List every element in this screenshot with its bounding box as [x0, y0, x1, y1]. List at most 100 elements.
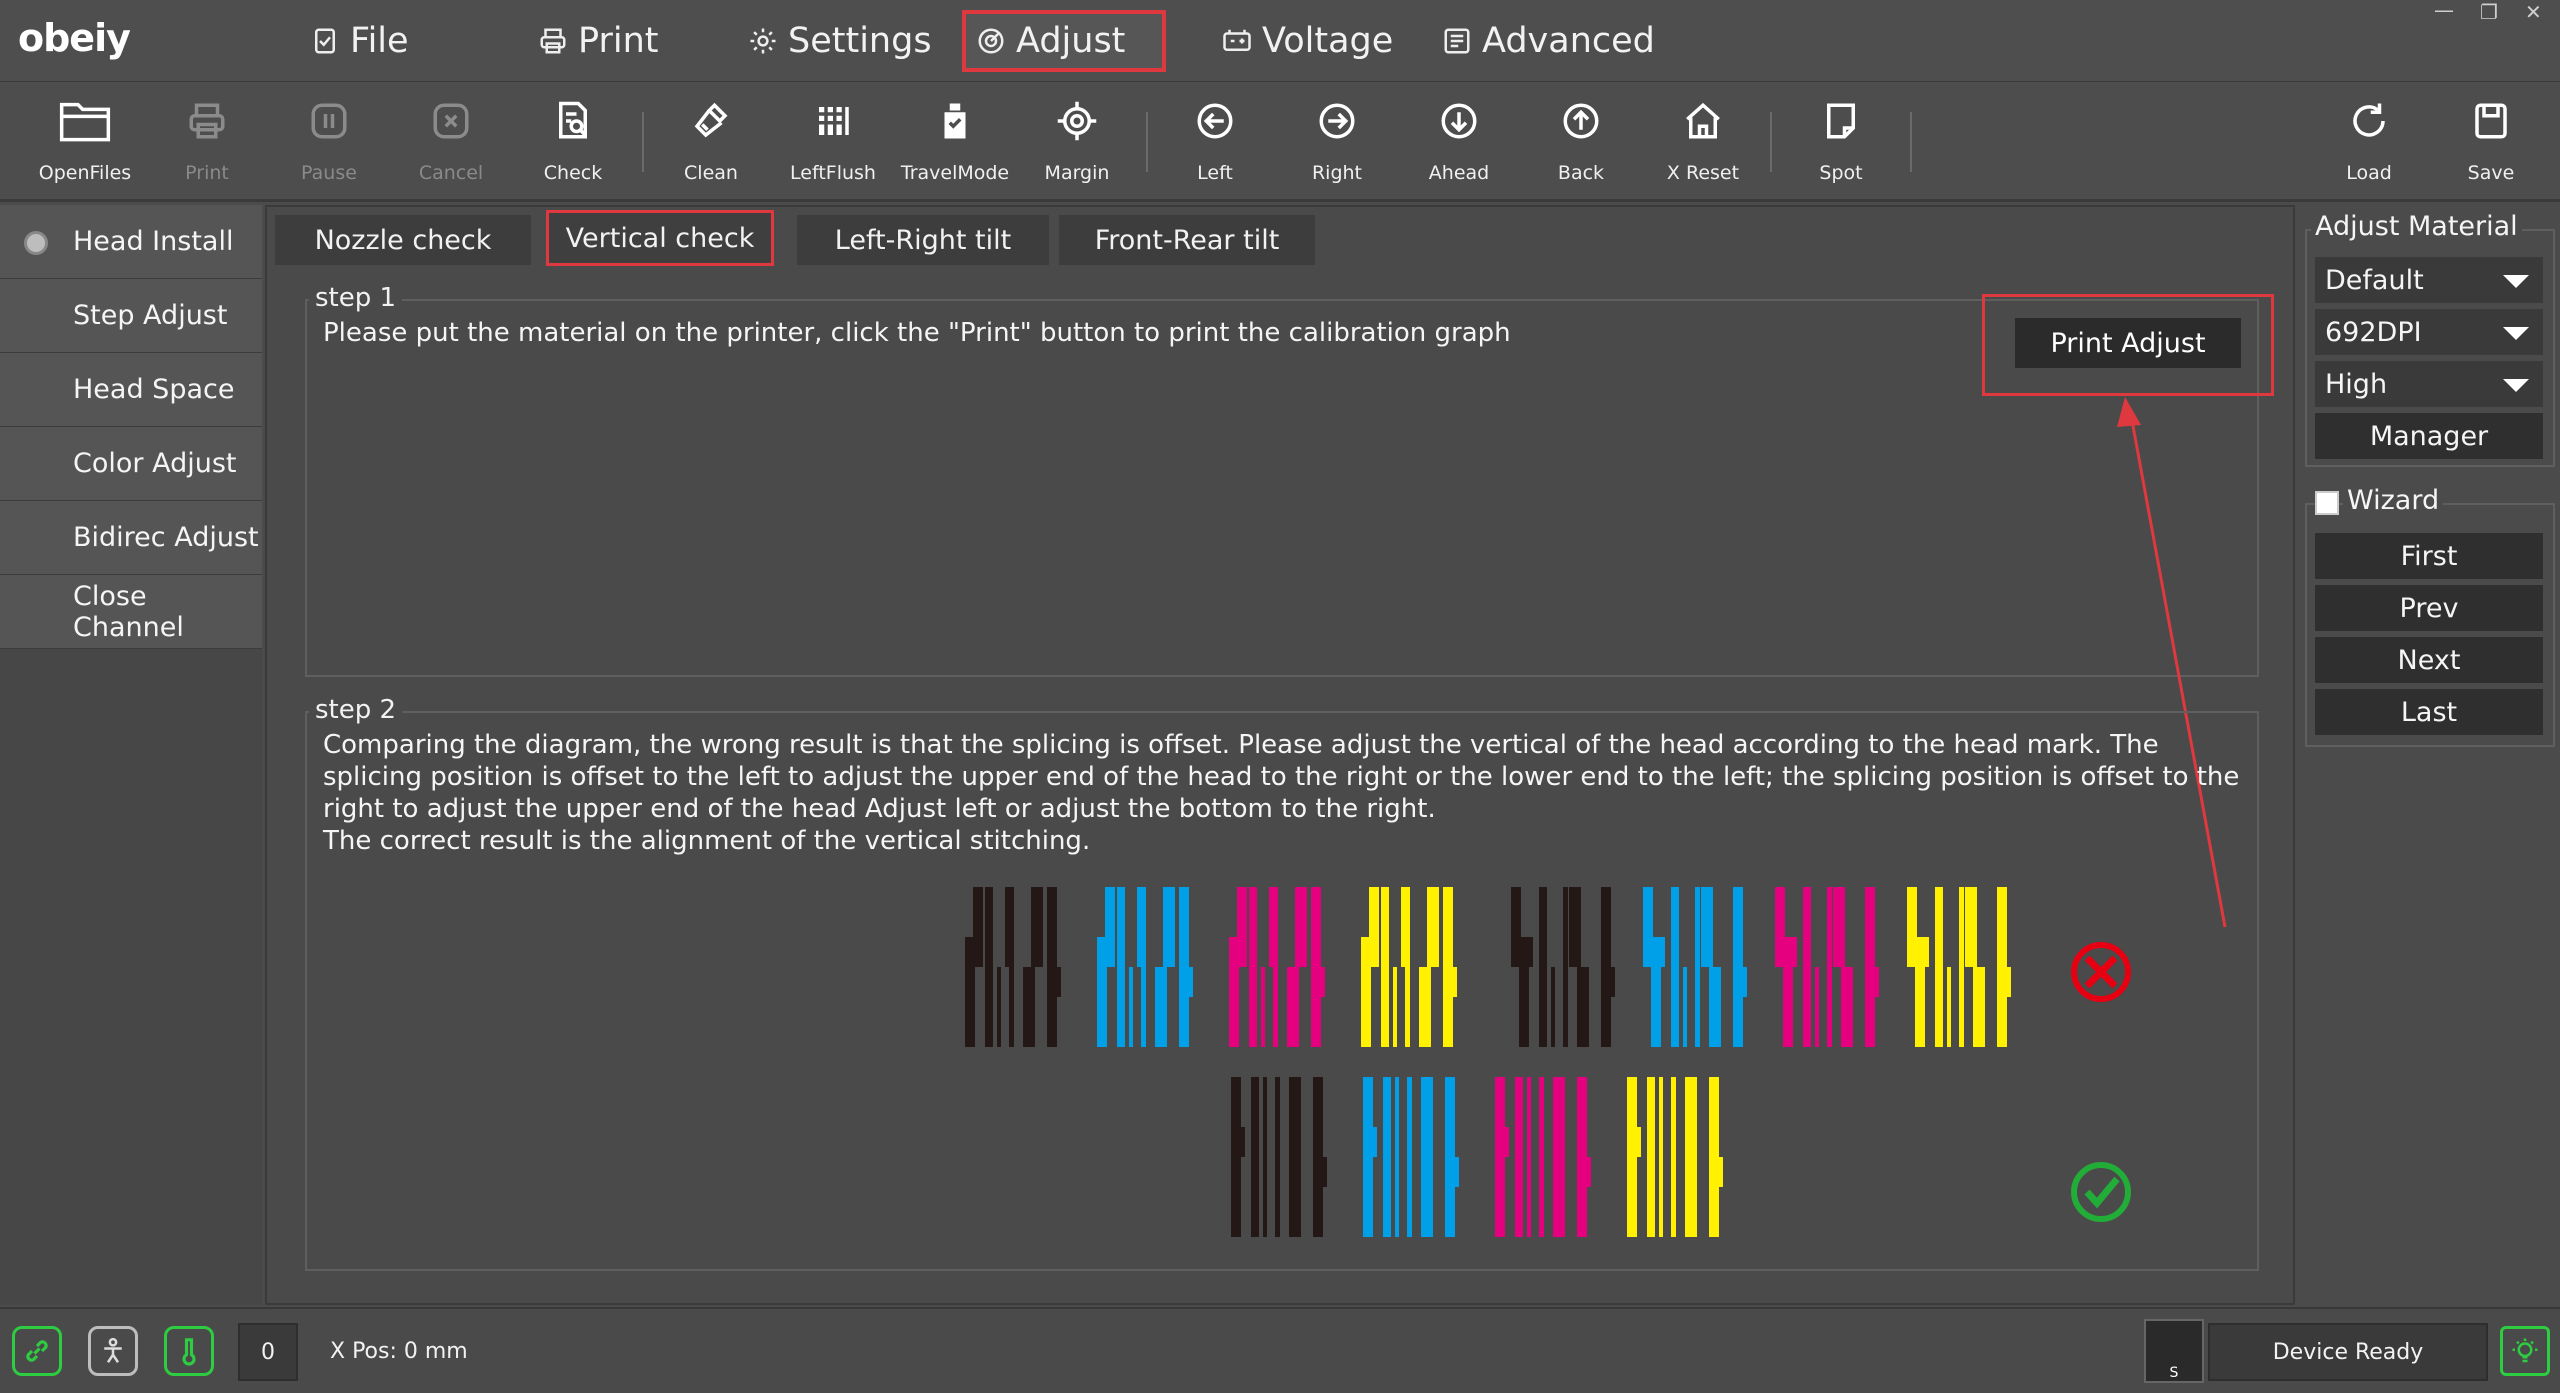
menu-file[interactable]: File — [300, 14, 419, 68]
step1-title: step 1 — [309, 283, 403, 313]
step2-correct-note: The correct result is the alignment of t… — [323, 826, 1091, 856]
toolbar: OpenFiles Print Pause Cancel Check Clean… — [0, 82, 2560, 202]
menu-file-label: File — [350, 21, 409, 61]
toolbar-margin-label: Margin — [1044, 162, 1110, 184]
toolbar-openfiles-button[interactable]: OpenFiles — [30, 90, 140, 184]
toolbar-left-button[interactable]: Left — [1160, 90, 1270, 184]
toolbar-check-button[interactable]: Check — [518, 90, 628, 184]
restore-button[interactable]: ❐ — [2480, 0, 2498, 24]
menu-print[interactable]: Print — [528, 14, 669, 68]
arrow-right-icon — [1319, 103, 1355, 139]
arrow-down-icon — [1441, 103, 1477, 139]
toolbar-separator — [642, 112, 644, 172]
grid-icon — [819, 107, 849, 135]
main-panel: Nozzle check Vertical check Left-Right t… — [265, 205, 2295, 1305]
toolbar-travelmode-button[interactable]: TravelMode — [900, 90, 1010, 184]
toolbar-leftflush-button[interactable]: LeftFlush — [778, 90, 888, 184]
sidebar-item-bidirec-adjust[interactable]: Bidirec Adjust — [0, 501, 262, 575]
resolution-select[interactable]: 692DPI — [2315, 309, 2543, 355]
sidebar-item-step-adjust[interactable]: Step Adjust — [0, 279, 262, 353]
toolbar-pause-label: Pause — [301, 162, 357, 184]
toolbar-load-button[interactable]: Load — [2314, 90, 2424, 184]
material-select[interactable]: Default — [2315, 257, 2543, 303]
cancel-icon — [433, 103, 469, 139]
toolbar-load-label: Load — [2346, 162, 2392, 184]
step2-instructions: Comparing the diagram, the wrong result … — [323, 730, 2240, 824]
toolbar-clean-button[interactable]: Clean — [656, 90, 766, 184]
user-button[interactable] — [88, 1326, 138, 1376]
menu-voltage-label: Voltage — [1262, 21, 1394, 61]
device-status: Device Ready — [2208, 1323, 2488, 1381]
toolbar-cancel-label: Cancel — [418, 162, 484, 184]
toolbar-separator — [1146, 112, 1148, 172]
toolbar-save-button[interactable]: Save — [2436, 90, 2546, 184]
wizard-last-button[interactable]: Last — [2315, 689, 2543, 735]
toolbar-back-button[interactable]: Back — [1526, 90, 1636, 184]
wizard-next-button[interactable]: Next — [2315, 637, 2543, 683]
toolbar-print-button[interactable]: Print — [152, 90, 262, 184]
wizard-prev-button[interactable]: Prev — [2315, 585, 2543, 631]
sidebar-item-color-adjust[interactable]: Color Adjust — [0, 427, 262, 501]
media-indicator-label: S — [2169, 1365, 2179, 1381]
wizard-label: Wizard — [2343, 485, 2444, 516]
chevron-down-icon — [2503, 327, 2529, 340]
menu-settings-label: Settings — [788, 21, 932, 61]
sidebar-item-label: Color Adjust — [73, 448, 237, 479]
adjust-material-title: Adjust Material — [2311, 211, 2522, 242]
menu-voltage[interactable]: Voltage — [1212, 14, 1403, 68]
tab-nozzle-check[interactable]: Nozzle check — [275, 215, 531, 265]
close-button[interactable]: ✕ — [2525, 0, 2542, 24]
target-icon — [1057, 101, 1097, 141]
print-adjust-button[interactable]: Print Adjust — [2015, 318, 2241, 368]
temperature-button[interactable] — [164, 1326, 214, 1376]
wizard-first-button[interactable]: First — [2315, 533, 2543, 579]
step2-title: step 2 — [309, 695, 403, 725]
toolbar-left-label: Left — [1197, 162, 1233, 184]
toolbar-separator — [1910, 112, 1912, 172]
toolbar-ahead-button[interactable]: Ahead — [1404, 90, 1514, 184]
manager-button[interactable]: Manager — [2315, 413, 2543, 459]
toolbar-pause-button[interactable]: Pause — [274, 90, 384, 184]
correct-result-icon — [2071, 1162, 2131, 1222]
arrow-left-icon — [1197, 103, 1233, 139]
wrong-result-icon — [2071, 942, 2131, 1002]
sidebar: Head Install Step Adjust Head Space Colo… — [0, 205, 262, 1305]
toolbar-xreset-button[interactable]: X Reset — [1648, 90, 1758, 184]
gear-icon — [750, 28, 776, 54]
toolbar-spot-label: Spot — [1819, 162, 1863, 184]
light-button[interactable] — [2500, 1326, 2550, 1376]
toolbar-ahead-label: Ahead — [1428, 162, 1490, 184]
sidebar-item-head-install[interactable]: Head Install — [0, 205, 262, 279]
sidebar-item-head-space[interactable]: Head Space — [0, 353, 262, 427]
printer-icon — [540, 28, 566, 54]
quality-select[interactable]: High — [2315, 361, 2543, 407]
toolbar-margin-button[interactable]: Margin — [1022, 90, 1132, 184]
toolbar-spot-button[interactable]: Spot — [1786, 90, 1896, 184]
toolbar-right-button[interactable]: Right — [1282, 90, 1392, 184]
tab-left-right-tilt[interactable]: Left-Right tilt — [797, 215, 1049, 265]
menu-advanced[interactable]: Advanced — [1432, 14, 1665, 68]
toolbar-save-label: Save — [2467, 162, 2515, 184]
connection-button[interactable] — [12, 1326, 62, 1376]
sidebar-item-label: Step Adjust — [73, 300, 228, 331]
step1-group — [305, 299, 2259, 677]
sidebar-item-close-channel[interactable]: Close Channel — [0, 575, 262, 649]
chevron-down-icon — [2503, 379, 2529, 392]
toolbar-cancel-button[interactable]: Cancel — [396, 90, 506, 184]
minimize-button[interactable]: — — [2434, 0, 2454, 22]
file-icon — [315, 28, 335, 54]
toolbar-leftflush-label: LeftFlush — [790, 162, 876, 184]
printer-icon — [189, 103, 225, 139]
toolbar-travelmode-label: TravelMode — [900, 162, 1010, 184]
menu-print-label: Print — [578, 21, 659, 61]
tab-vertical-check[interactable]: Vertical check — [546, 210, 774, 266]
tab-front-rear-tilt[interactable]: Front-Rear tilt — [1059, 215, 1315, 265]
menu-settings[interactable]: Settings — [738, 14, 942, 68]
wizard-checkbox[interactable] — [2315, 491, 2339, 515]
menu-adjust[interactable]: Adjust — [962, 10, 1166, 72]
arrow-up-icon — [1563, 103, 1599, 139]
person-icon — [104, 1337, 122, 1363]
right-panel: Adjust Material Default 692DPI High Mana… — [2305, 205, 2560, 747]
menu-adjust-label: Adjust — [1016, 21, 1126, 61]
folder-icon — [59, 102, 111, 142]
